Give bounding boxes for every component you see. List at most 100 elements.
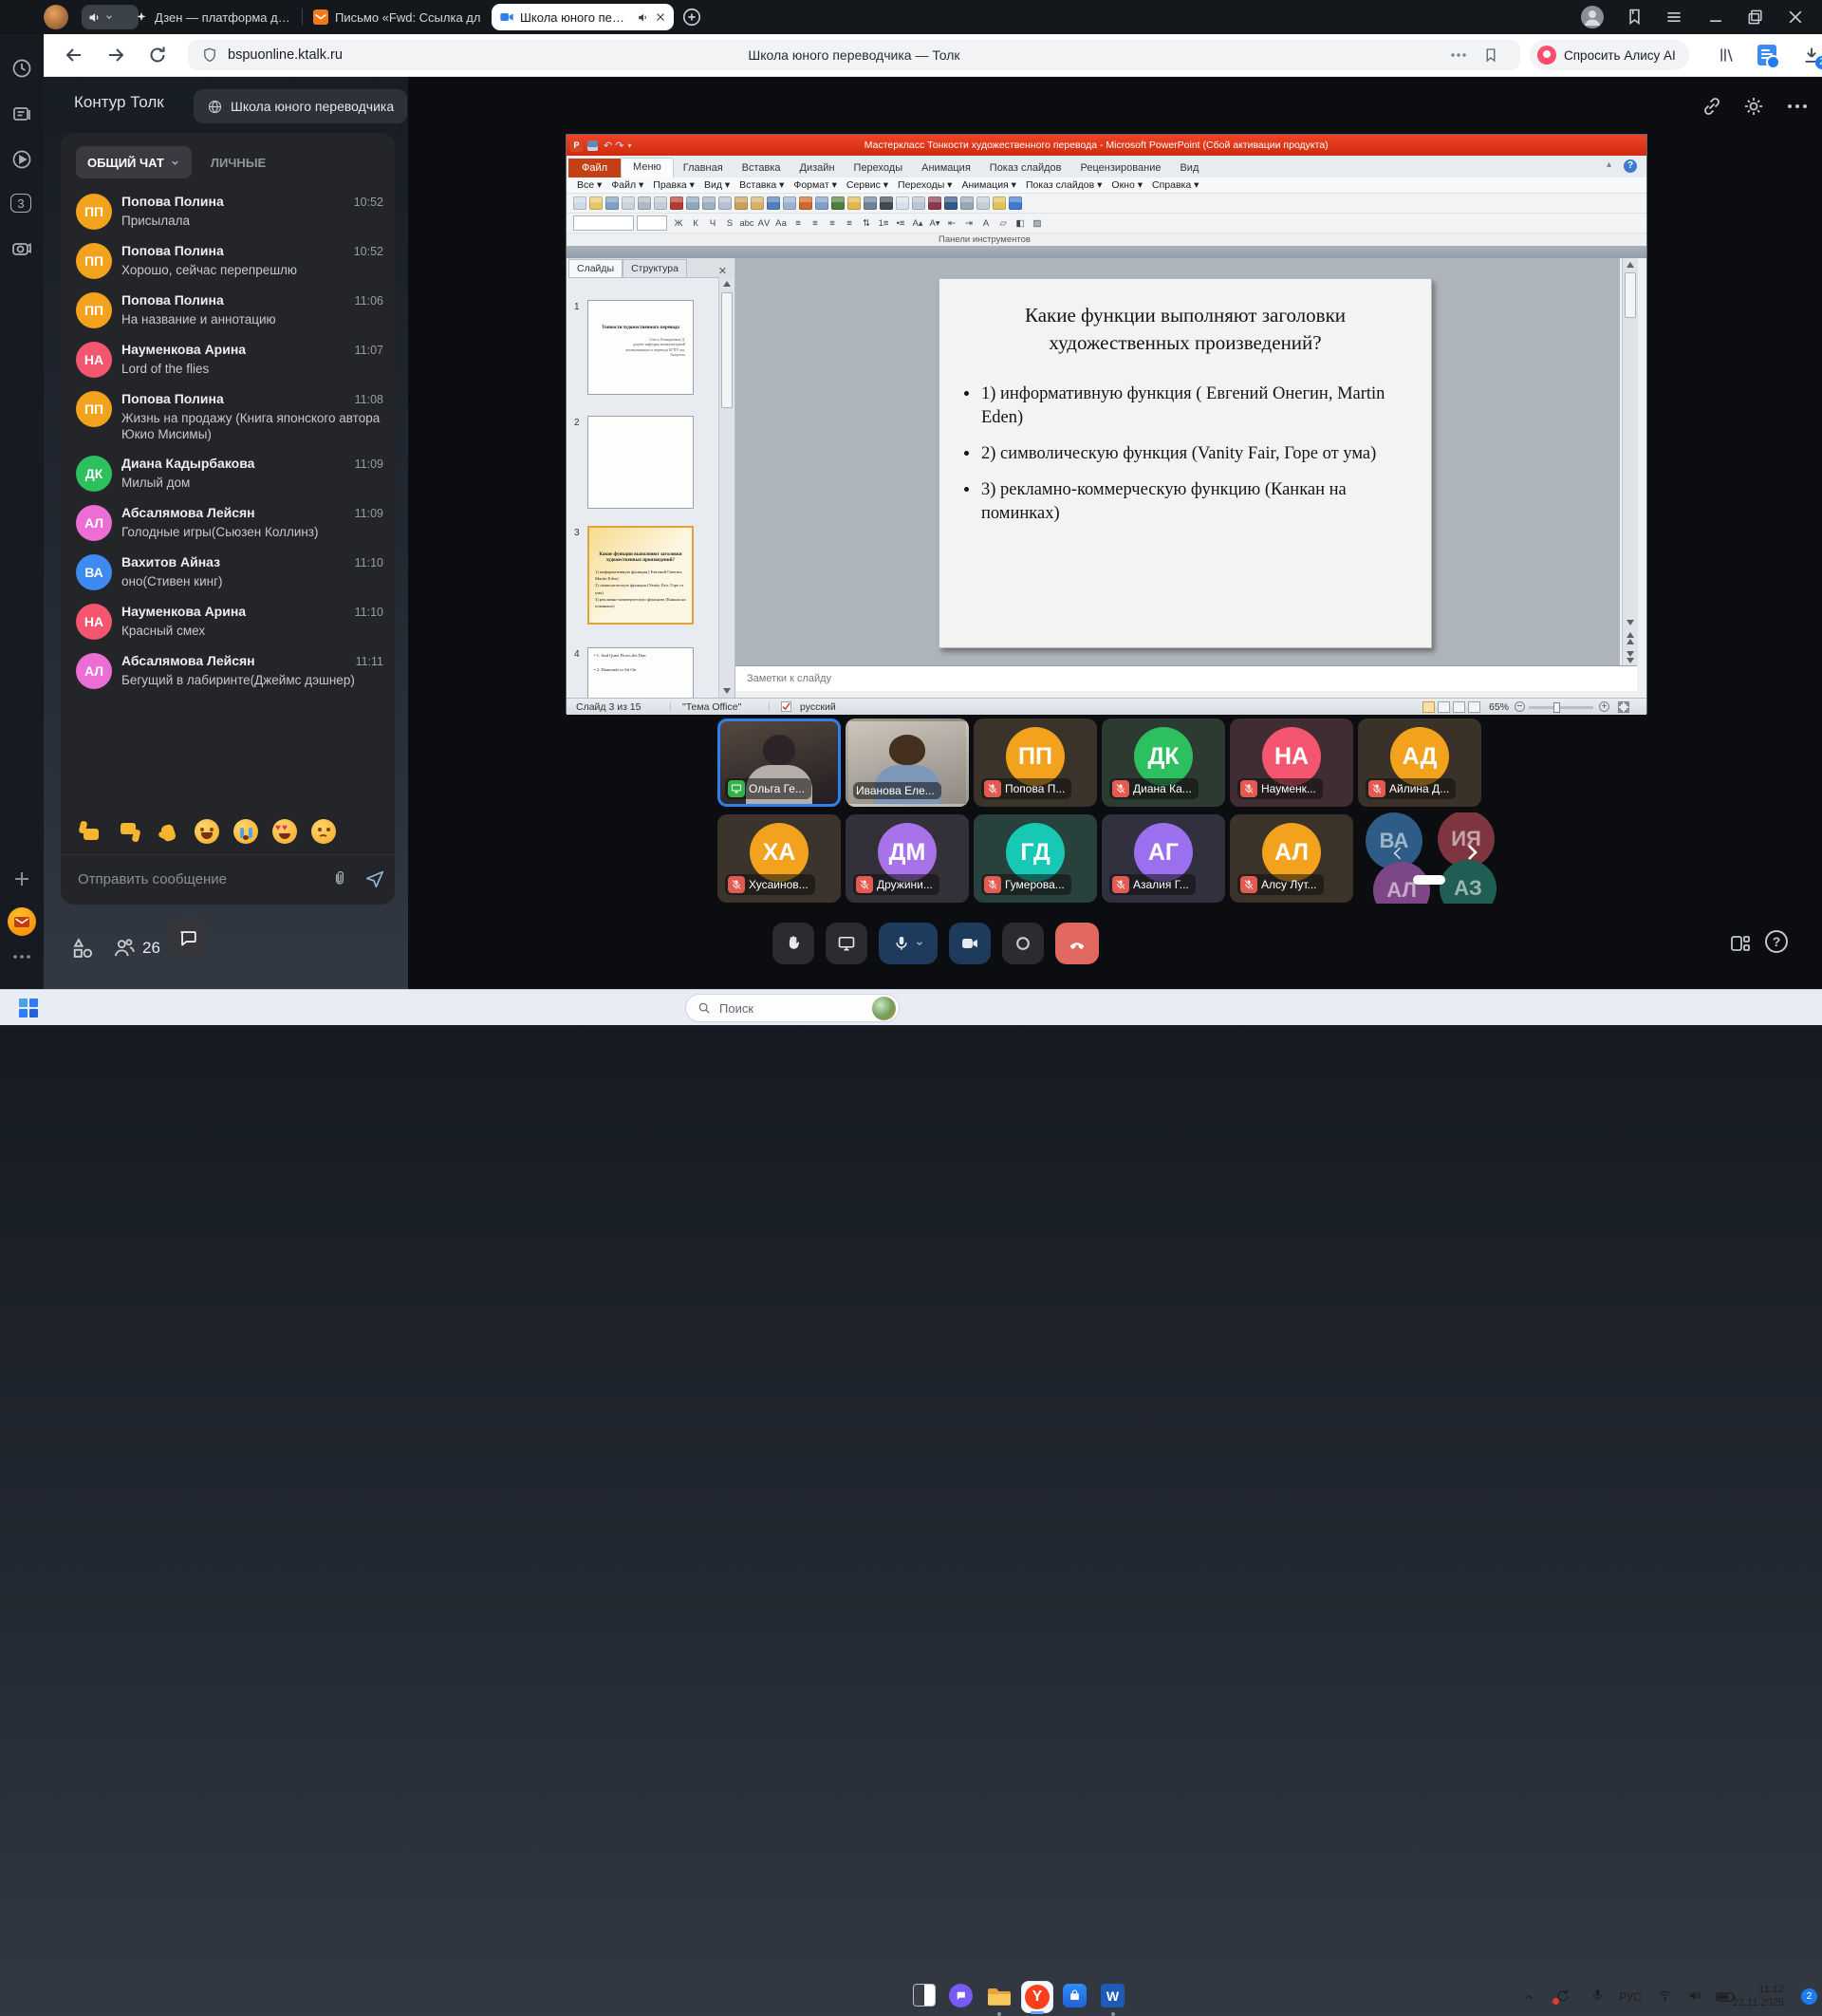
participant-tile[interactable]: Ольга Ге... xyxy=(717,719,841,807)
search-highlight-image[interactable] xyxy=(872,997,896,1020)
participant-tile[interactable]: Иванова Еле... xyxy=(846,719,969,807)
participant-label: Науменк... xyxy=(1237,778,1323,799)
sidebar-more-icon[interactable] xyxy=(10,953,33,976)
chat-toggle-button[interactable] xyxy=(167,917,209,959)
history-icon[interactable] xyxy=(10,57,33,80)
start-button[interactable] xyxy=(17,997,40,1019)
reaction-bar xyxy=(78,815,380,848)
tray-clock[interactable]: 11:12 22.11.2025 xyxy=(1733,1983,1784,2009)
yandex-browser-icon[interactable]: Y xyxy=(1021,1981,1053,2013)
ppt-standard-toolbar xyxy=(567,194,1646,214)
participants-button[interactable]: 26 xyxy=(112,936,160,961)
carousel-next-icon[interactable] xyxy=(1460,837,1483,868)
tab-audio-button[interactable] xyxy=(82,5,139,29)
participant-tile[interactable]: ПП Попова П... xyxy=(974,719,1097,807)
bookmark-flag-icon[interactable] xyxy=(1482,47,1499,64)
tab-common-chat[interactable]: ОБЩИЙ ЧАТ xyxy=(76,146,192,178)
participant-tile[interactable]: ГД Гумерова... xyxy=(974,814,1097,903)
reaction-emoji[interactable] xyxy=(117,819,141,844)
carousel-prev-icon[interactable] xyxy=(1388,841,1407,866)
reaction-emoji[interactable] xyxy=(156,819,180,844)
header-more-icon[interactable] xyxy=(1786,103,1809,125)
microphone-button[interactable] xyxy=(879,923,938,964)
tray-volume-icon[interactable] xyxy=(1687,1988,1702,2003)
tray-expand-icon[interactable] xyxy=(1522,1991,1535,2003)
globe-icon xyxy=(207,99,223,115)
yandex-mail-icon[interactable] xyxy=(8,907,36,936)
url-text[interactable]: bspuonline.ktalk.ru xyxy=(228,47,343,63)
participant-tile[interactable]: ДК Диана Ка... xyxy=(1102,719,1225,807)
new-tab-button[interactable] xyxy=(681,7,702,28)
camera-button[interactable] xyxy=(949,923,991,964)
tab-personal-chat[interactable]: ЛИЧНЫЕ xyxy=(211,156,266,170)
tab-active-talk[interactable]: Школа юного перев xyxy=(492,4,674,30)
feed-icon[interactable] xyxy=(10,103,33,125)
word-icon[interactable]: W xyxy=(1101,1984,1125,2007)
participant-tile[interactable]: НА Науменк... xyxy=(1230,719,1353,807)
send-icon[interactable] xyxy=(364,868,385,889)
message-author: Науменкова Арина xyxy=(121,604,246,619)
tab-dzen[interactable]: Дзен — платформа для п xyxy=(135,0,294,34)
reaction-emoji[interactable] xyxy=(78,819,102,844)
layout-grid-icon[interactable] xyxy=(1729,932,1752,955)
window-minimize-button[interactable] xyxy=(1706,8,1725,27)
video-play-icon[interactable] xyxy=(10,148,33,171)
sidebar-add-icon[interactable] xyxy=(10,868,33,890)
browser-profile-avatar[interactable] xyxy=(44,5,68,29)
help-button[interactable]: ? xyxy=(1765,930,1788,953)
back-button[interactable] xyxy=(63,44,85,66)
record-button[interactable] xyxy=(1002,923,1044,964)
address-bar[interactable]: bspuonline.ktalk.ru Школа юного переводч… xyxy=(188,40,1520,70)
alice-ai-button[interactable]: Спросить Алису AI xyxy=(1530,40,1689,70)
taskbar-search[interactable]: Поиск xyxy=(685,994,900,1022)
tab-speaker-icon[interactable] xyxy=(637,11,649,24)
share-screen-button[interactable] xyxy=(826,923,867,964)
attach-icon[interactable] xyxy=(330,869,349,888)
reaction-emoji[interactable] xyxy=(272,819,297,844)
research xyxy=(686,196,699,210)
participant-tile[interactable]: АД Айлина Д... xyxy=(1358,719,1481,807)
tab-close-icon[interactable] xyxy=(655,11,666,23)
settings-gear-icon[interactable] xyxy=(1742,95,1765,118)
participant-tile[interactable]: АГ Азалия Г... xyxy=(1102,814,1225,903)
downloads-icon[interactable]: 2 xyxy=(1801,45,1822,65)
forward-button[interactable] xyxy=(104,44,127,66)
participant-tile[interactable]: АЛ Алсу Лут... xyxy=(1230,814,1353,903)
participant-tile[interactable]: ДМ Дружини... xyxy=(846,814,969,903)
file-explorer-icon[interactable] xyxy=(987,1987,1012,2007)
ppt-menu-item: Справка ▾ xyxy=(1147,179,1203,191)
tab-mail[interactable]: Письмо «Fwd: Ссылка дл xyxy=(313,0,484,34)
widgets-icon[interactable] xyxy=(913,1984,936,2007)
extensions-shelf-icon[interactable] xyxy=(1718,46,1737,65)
format-icon: ≡ xyxy=(808,218,823,229)
hang-up-button[interactable] xyxy=(1055,923,1099,964)
reaction-emoji[interactable] xyxy=(233,819,258,844)
chat-app-icon[interactable] xyxy=(949,1984,973,2007)
bookmarks-panel-icon[interactable] xyxy=(1625,7,1645,27)
message-input[interactable] xyxy=(76,870,330,888)
tray-sync-icon[interactable] xyxy=(1554,1988,1571,2004)
more-actions-icon[interactable] xyxy=(1450,52,1467,58)
reaction-emoji[interactable] xyxy=(195,819,219,844)
menu-hamburger-icon[interactable] xyxy=(1664,8,1683,27)
browser-user-avatar[interactable] xyxy=(1581,6,1604,28)
undo-icon: ↶ xyxy=(604,140,612,152)
scheme-shapes-icon[interactable] xyxy=(70,936,95,961)
raise-hand-button[interactable] xyxy=(772,923,814,964)
tray-wifi-icon[interactable] xyxy=(1657,1988,1673,2003)
screenshot-camera-icon[interactable] xyxy=(10,237,33,260)
documents-extension-icon[interactable] xyxy=(1757,45,1776,65)
tray-language[interactable]: РУС xyxy=(1619,1990,1642,2004)
ppt-ribbon-tab: Дизайн xyxy=(790,159,845,177)
tabs-counter-icon[interactable]: 3 xyxy=(10,194,31,213)
copy-link-icon[interactable] xyxy=(1701,95,1723,118)
tray-mic-icon[interactable] xyxy=(1590,1988,1605,2003)
room-name-pill[interactable]: Школа юного переводчика xyxy=(194,89,407,123)
notification-badge[interactable]: 2 xyxy=(1801,1988,1817,2005)
reaction-emoji[interactable] xyxy=(311,819,336,844)
window-restore-button[interactable] xyxy=(1746,8,1765,27)
store-icon[interactable] xyxy=(1063,1984,1087,2007)
reload-button[interactable] xyxy=(146,44,169,66)
participant-tile[interactable]: ХА Хусаинов... xyxy=(717,814,841,903)
window-close-button[interactable] xyxy=(1786,8,1805,27)
